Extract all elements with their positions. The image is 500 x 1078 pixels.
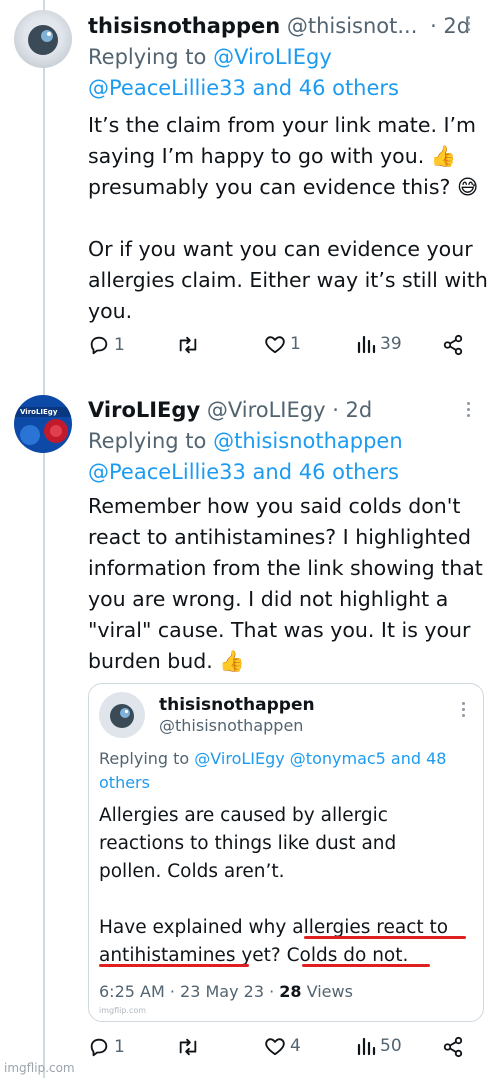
retweet-button[interactable]: [176, 334, 200, 356]
quote-views-label: Views: [301, 982, 353, 1001]
retweet-icon: [179, 336, 197, 354]
quote-more-icon: [461, 702, 467, 720]
share-button[interactable]: [442, 1036, 464, 1058]
avatar-label: ViroLIEgy: [20, 408, 58, 416]
like-count: 4: [290, 1036, 301, 1056]
retweet-button[interactable]: [176, 1036, 200, 1058]
replying-to-label: Replying to: [88, 45, 207, 69]
views-button[interactable]: 39: [356, 334, 402, 354]
post-time[interactable]: · 2d: [332, 398, 372, 422]
more-options-icon[interactable]: [466, 16, 472, 34]
replying-to: Replying to @thisisnothappen @PeaceLilli…: [88, 426, 468, 488]
views-count: 39: [380, 334, 402, 354]
highlight-underline: [302, 964, 430, 967]
quoted-tweet-image[interactable]: thisisnothappen @thisisnothappen Replyin…: [88, 683, 484, 1022]
quote-watermark: imgflip.com: [99, 1006, 147, 1015]
post-actions: 1 1 39: [88, 334, 468, 364]
reply-others-link[interactable]: @PeaceLillie33 and 46 others: [88, 76, 399, 100]
heart-icon: [265, 336, 285, 354]
views-chart-icon: [357, 1037, 376, 1056]
quote-view-count: 28: [279, 982, 302, 1001]
highlight-underline: [99, 964, 249, 967]
post-header: ViroLIEgy @ViroLIEgy · 2d: [88, 397, 372, 423]
share-icon: [443, 334, 463, 356]
like-button[interactable]: 1: [264, 334, 301, 354]
reply-count: 1: [114, 335, 125, 355]
quote-replying-to: Replying to @ViroLIEgy @tonymac5 and 48 …: [99, 747, 471, 795]
replying-to-label: Replying to: [88, 429, 207, 453]
highlight-underline: [304, 936, 466, 939]
quote-display-name: thisisnothappen: [159, 695, 315, 715]
reply-icon: [90, 336, 108, 355]
avatar-thisisnothappen[interactable]: [14, 10, 72, 68]
post-body: It’s the claim from your link mate. I’m …: [88, 113, 488, 323]
views-chart-icon: [357, 335, 376, 354]
quote-timestamp: 6:25 AM · 23 May 23 ·: [99, 982, 280, 1001]
quote-body: Allergies are caused by allergic reactio…: [99, 805, 449, 966]
reply-icon: [90, 1038, 108, 1057]
like-button[interactable]: 4: [264, 1036, 301, 1056]
share-icon: [443, 1036, 463, 1058]
views-button[interactable]: 50: [356, 1036, 402, 1056]
reply-count: 1: [114, 1037, 125, 1057]
display-name[interactable]: ViroLIEgy: [88, 398, 200, 422]
replying-to: Replying to @ViroLIEgy @PeaceLillie33 an…: [88, 42, 448, 104]
retweet-icon: [179, 1038, 197, 1056]
quote-handle: @thisisnothappen: [159, 716, 304, 735]
reply-others-link[interactable]: @PeaceLillie33 and 46 others: [88, 460, 399, 484]
quote-replying-label: Replying to: [99, 749, 190, 768]
reply-button[interactable]: 1: [88, 334, 125, 356]
user-handle[interactable]: @thisisnot...: [287, 14, 418, 38]
post-header: thisisnothappen @thisisnot... · 2d: [88, 13, 470, 39]
reply-mention-link[interactable]: @ViroLIEgy: [213, 45, 332, 69]
imgflip-watermark: imgflip.com: [4, 1061, 75, 1075]
heart-icon: [265, 1038, 285, 1056]
thread-line: [43, 0, 45, 1078]
quote-avatar: [99, 692, 145, 738]
more-options-icon[interactable]: [466, 402, 472, 420]
post-body: Remember how you said colds don't react …: [88, 494, 483, 673]
quote-meta: 6:25 AM · 23 May 23 · 28 Views: [99, 982, 353, 1001]
reply-mention-link[interactable]: @thisisnothappen: [213, 429, 403, 453]
post-time[interactable]: · 2d: [430, 14, 470, 38]
share-button[interactable]: [442, 334, 464, 356]
reply-button[interactable]: 1: [88, 1036, 125, 1058]
user-handle[interactable]: @ViroLIEgy: [207, 398, 326, 422]
post-actions: 1 4 50: [88, 1036, 468, 1066]
avatar-viroliegy[interactable]: ViroLIEgy: [14, 395, 72, 453]
display-name[interactable]: thisisnothappen: [88, 14, 280, 38]
views-count: 50: [380, 1036, 402, 1056]
like-count: 1: [290, 334, 301, 354]
